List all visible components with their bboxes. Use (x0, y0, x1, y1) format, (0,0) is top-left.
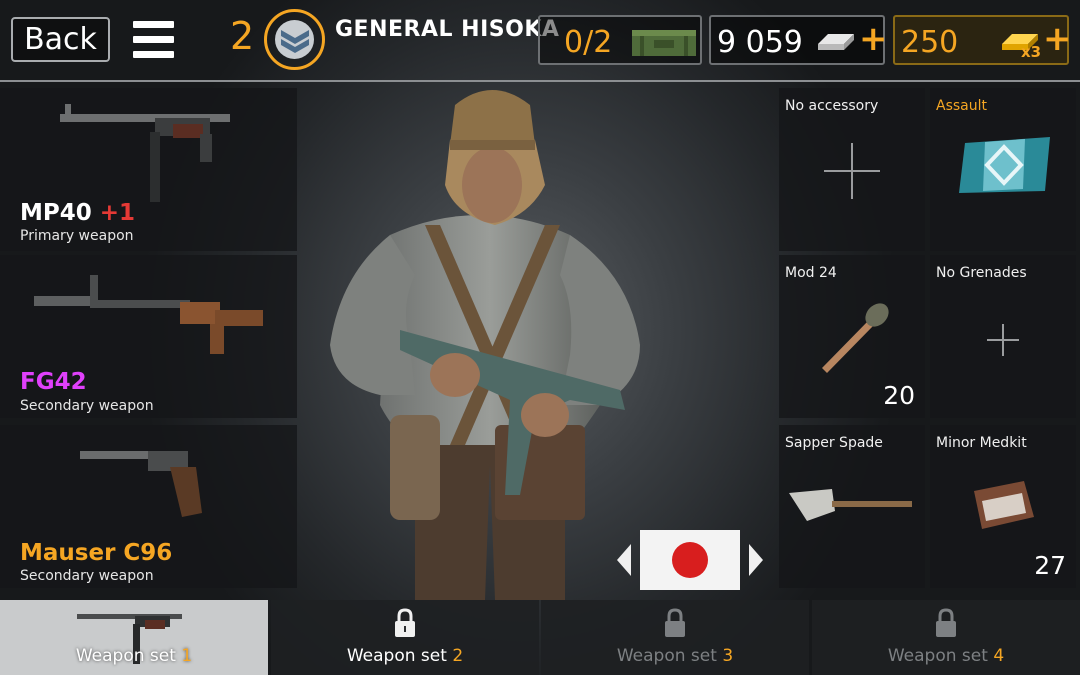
chevron-left-icon[interactable] (615, 542, 633, 578)
tab-label-number: 1 (181, 646, 193, 666)
item-label: No Grenades (936, 265, 1027, 281)
primary-weapon-slot[interactable]: MP40 +1 Primary weapon (0, 88, 297, 251)
add-silver-icon[interactable]: + (859, 19, 888, 59)
silver-bar-icon (818, 34, 854, 50)
item-label: Mod 24 (785, 265, 837, 281)
lock-icon (936, 608, 956, 637)
item-label: Assault (936, 98, 987, 114)
crate-icon (632, 30, 696, 56)
item-label: Minor Medkit (936, 435, 1027, 451)
silver-amount: 9 059 (717, 25, 803, 60)
mauser-c96-icon (80, 451, 202, 517)
accessory-slot[interactable]: No accessory (779, 88, 925, 251)
gold-multiplier: x3 (1021, 43, 1042, 61)
rank-number: 2 (230, 14, 255, 58)
lock-icon (665, 608, 685, 637)
tab-label-text: Weapon set (887, 646, 988, 666)
crate-count: 0/2 (564, 25, 613, 60)
weapon-slot-label: Secondary weapon (20, 568, 154, 584)
secondary-weapon-slot-1[interactable]: FG42 Secondary weapon (0, 255, 297, 418)
fg42-icon (34, 275, 263, 354)
soldier-figure (330, 90, 640, 600)
tab-label-number: 4 (993, 646, 1005, 666)
top-bar: Back 2 GENERAL HISOKA 0/2 9 059 + 250 x3… (0, 0, 1080, 80)
item-label: No accessory (785, 98, 879, 114)
back-button[interactable]: Back (11, 17, 110, 62)
stick-grenade-icon (822, 303, 889, 373)
add-icon (987, 324, 1019, 356)
weapon-name: MP40 +1 (20, 200, 135, 226)
crate-counter[interactable]: 0/2 (538, 15, 702, 65)
tab-weapon-set-2[interactable]: Weapon set 2 (271, 600, 539, 675)
medkit-icon (974, 481, 1034, 529)
grenade-slot-1[interactable]: Mod 24 20 (779, 255, 925, 418)
add-gold-icon[interactable]: + (1043, 19, 1072, 59)
weapon-name: FG42 (20, 369, 87, 395)
gold-amount: 250 (901, 25, 959, 60)
gold-counter[interactable]: 250 x3 + (893, 15, 1072, 65)
silver-counter[interactable]: 9 059 + (709, 15, 888, 65)
tab-weapon-set-1[interactable]: Weapon set 1 (0, 600, 268, 675)
weapon-slot-label: Primary weapon (20, 228, 134, 244)
weapon-name-text: MP40 (20, 200, 92, 226)
secondary-weapon-slot-2[interactable]: Mauser C96 Secondary weapon (0, 425, 297, 588)
tab-label: Weapon set 3 (541, 646, 809, 666)
medkit-slot[interactable]: Minor Medkit 27 (930, 425, 1076, 588)
weapon-slot-label: Secondary weapon (20, 398, 154, 414)
tab-label: Weapon set 2 (271, 646, 539, 666)
tab-label-number: 3 (722, 646, 734, 666)
item-count: 20 (883, 381, 915, 410)
tab-label-text: Weapon set (75, 646, 176, 666)
lock-icon (395, 608, 415, 637)
class-slot[interactable]: Assault (930, 88, 1076, 251)
player-name: GENERAL HISOKA (335, 17, 560, 42)
tab-label-text: Weapon set (616, 646, 717, 666)
rank-chevron-icon[interactable] (264, 9, 325, 70)
weapon-name: Mauser C96 (20, 540, 173, 566)
weapon-upgrade-bonus: +1 (99, 200, 136, 226)
add-icon (824, 143, 880, 199)
tab-label: Weapon set 4 (812, 646, 1080, 666)
hamburger-menu-icon[interactable] (133, 21, 174, 59)
grenade-slot-2[interactable]: No Grenades (930, 255, 1076, 418)
japan-flag-icon (640, 530, 740, 590)
item-label: Sapper Spade (785, 435, 883, 451)
tab-label-text: Weapon set (346, 646, 447, 666)
top-divider (0, 80, 1080, 82)
tool-slot[interactable]: Sapper Spade (779, 425, 925, 588)
chevron-right-icon[interactable] (747, 542, 765, 578)
assault-ribbon-icon (959, 137, 1050, 193)
tab-label: Weapon set 1 (0, 646, 268, 666)
faction-flag-selector (615, 530, 765, 590)
sapper-spade-icon (789, 489, 912, 521)
tab-label-number: 2 (452, 646, 464, 666)
item-count: 27 (1034, 551, 1066, 580)
tab-weapon-set-4[interactable]: Weapon set 4 (812, 600, 1080, 675)
mp40-icon (60, 104, 230, 202)
tab-weapon-set-3[interactable]: Weapon set 3 (541, 600, 809, 675)
